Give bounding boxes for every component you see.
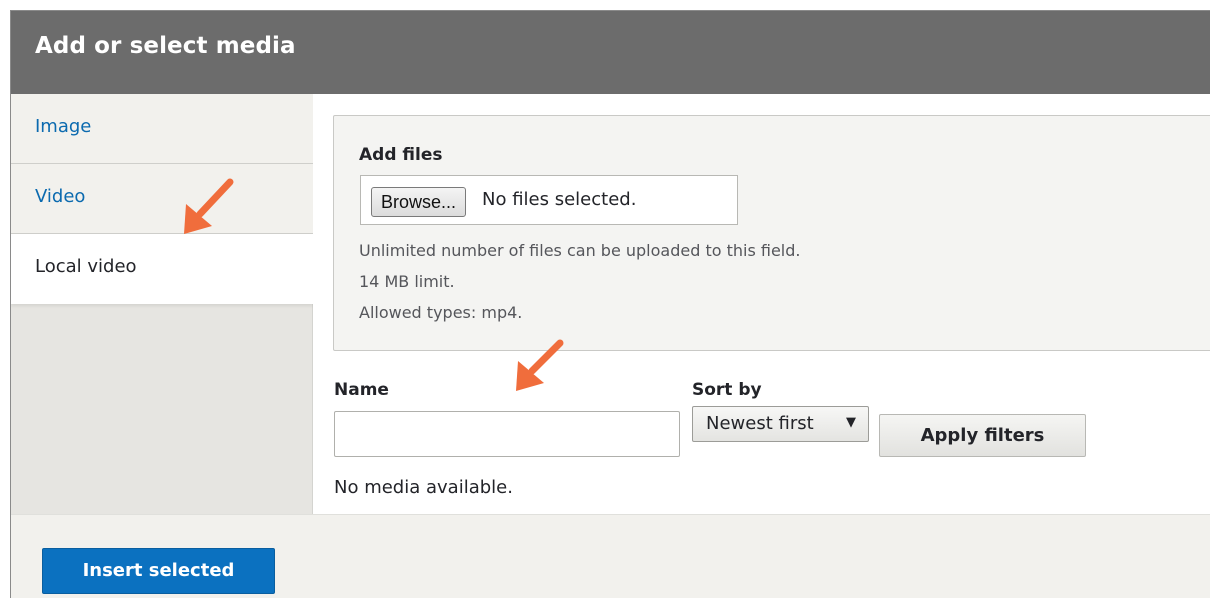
tab-local-video[interactable]: Local video [11,234,313,304]
apply-filters-button[interactable]: Apply filters [879,414,1086,457]
media-library-main: Add files Browse... No files selected. U… [313,94,1210,514]
tab-label: Local video [35,256,137,277]
file-status-text: No files selected. [482,189,637,210]
annotation-arrow-icon [516,339,564,391]
file-input[interactable]: Browse... No files selected. [360,175,738,225]
caret-down-icon: ▼ [846,415,856,430]
dialog-titlebar: Add or select media [11,11,1210,94]
tab-label: Image [35,116,92,137]
name-filter-input[interactable] [334,411,680,457]
annotation-arrow-icon [184,178,234,234]
upload-description-size: 14 MB limit. [359,272,455,291]
sort-by-select[interactable]: Newest first ▼ [692,406,869,442]
apply-filters-label: Apply filters [920,425,1045,446]
dialog-title: Add or select media [35,33,296,59]
name-filter-label: Name [334,380,389,400]
add-files-label: Add files [359,145,443,165]
media-dialog: Add or select media Image Video Local vi… [10,10,1210,598]
dialog-footer: Insert selected [11,514,1210,598]
sort-by-value: Newest first [706,413,814,434]
insert-selected-button[interactable]: Insert selected [42,548,275,594]
tab-video[interactable]: Video [11,164,313,234]
insert-selected-label: Insert selected [82,560,235,581]
upload-description-limit-count: Unlimited number of files can be uploade… [359,241,801,260]
tab-label: Video [35,186,86,207]
upload-description-types: Allowed types: mp4. [359,303,523,322]
media-type-sidebar: Image Video Local video [11,94,313,514]
tab-image[interactable]: Image [11,94,313,164]
sort-by-label: Sort by [692,380,762,400]
browse-button[interactable]: Browse... [371,187,467,217]
upload-fieldset: Add files Browse... No files selected. U… [333,115,1210,351]
empty-results-text: No media available. [334,477,513,498]
